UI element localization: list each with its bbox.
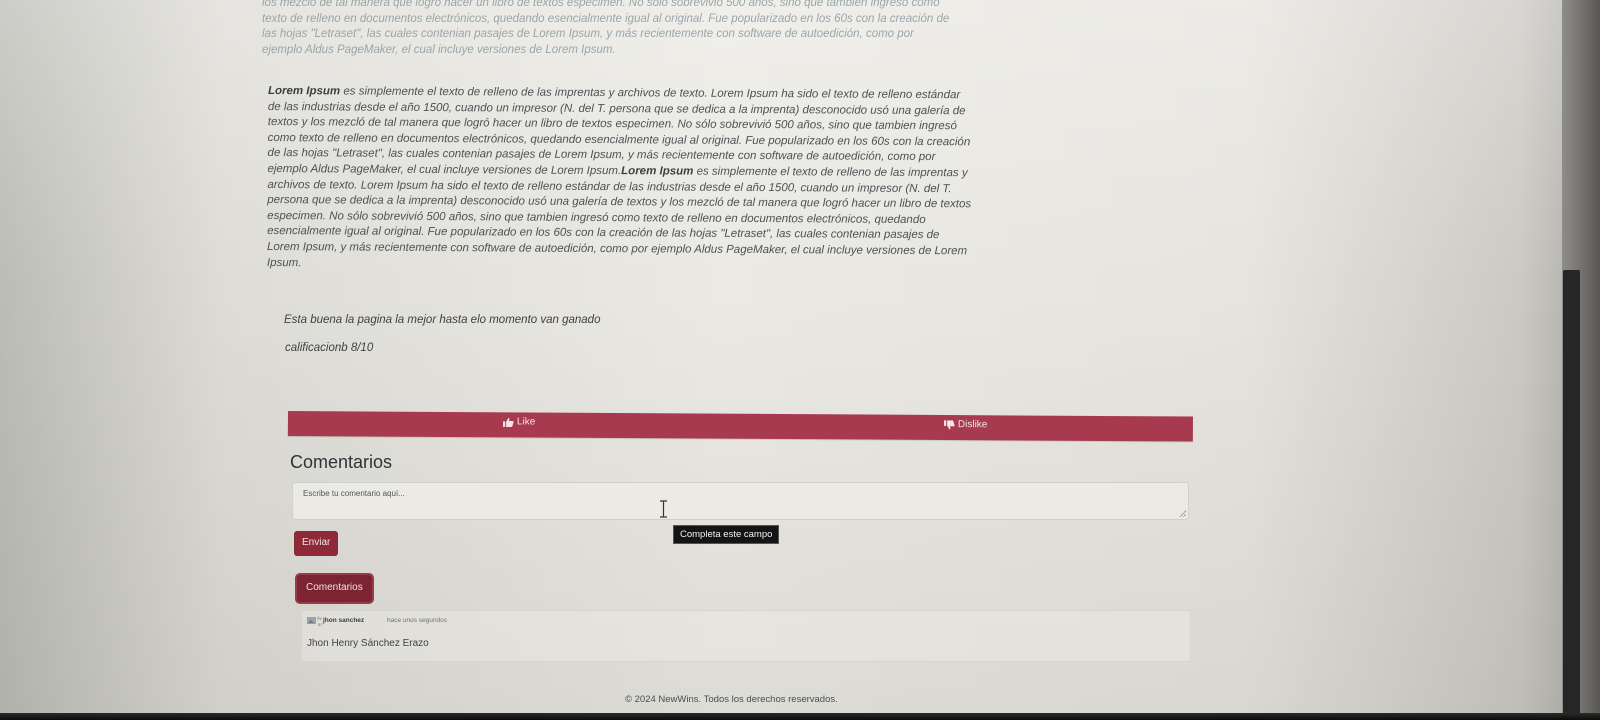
article-paragraph-2: Lorem Ipsum es simplemente el texto de r…: [266, 84, 972, 269]
review-rating: calificacionb 8/10: [285, 342, 374, 354]
send-button[interactable]: Enviar: [294, 531, 339, 556]
like-button[interactable]: Like: [502, 416, 536, 428]
thumbs-up-icon: [502, 417, 514, 427]
like-label: Like: [516, 416, 536, 428]
resize-handle[interactable]: [1179, 510, 1186, 517]
vote-bar: Like Dislike: [287, 411, 1193, 442]
comment-input[interactable]: Escribe tu comentario aquí...: [292, 482, 1189, 520]
article-paragraph-1: los mezcló de tal manera que logró hacer…: [262, 0, 950, 56]
comment-timestamp: hace unos segundos: [387, 617, 447, 624]
review-text: Esta buena la pagina la mejor hasta elo …: [284, 314, 601, 326]
comment-item: Av ar jhon sanchez hace unos segundos Jh…: [301, 610, 1191, 662]
thumbs-down-icon: [943, 419, 955, 429]
comments-toggle-button[interactable]: Comentarios: [297, 575, 372, 602]
monitor-bezel: [0, 713, 1600, 720]
comment-input-placeholder: Escribe tu comentario aquí...: [303, 489, 405, 498]
footer-copyright: © 2024 NewWins. Todos los derechos reser…: [625, 694, 838, 705]
dislike-label: Dislike: [957, 419, 988, 431]
comment-body: Jhon Henry Sánchez Erazo: [307, 638, 429, 649]
comments-heading: Comentarios: [290, 452, 393, 472]
validation-tooltip: Completa este campo: [673, 525, 780, 544]
broken-image-icon: Av ar: [307, 616, 323, 627]
text-cursor-icon: [660, 500, 667, 518]
svg-text:ar: ar: [318, 622, 322, 627]
svg-text:Av: Av: [317, 616, 323, 621]
scrollbar-thumb[interactable]: [1563, 270, 1580, 715]
dislike-button[interactable]: Dislike: [943, 419, 988, 431]
comment-author: jhon sanchez: [323, 617, 365, 624]
